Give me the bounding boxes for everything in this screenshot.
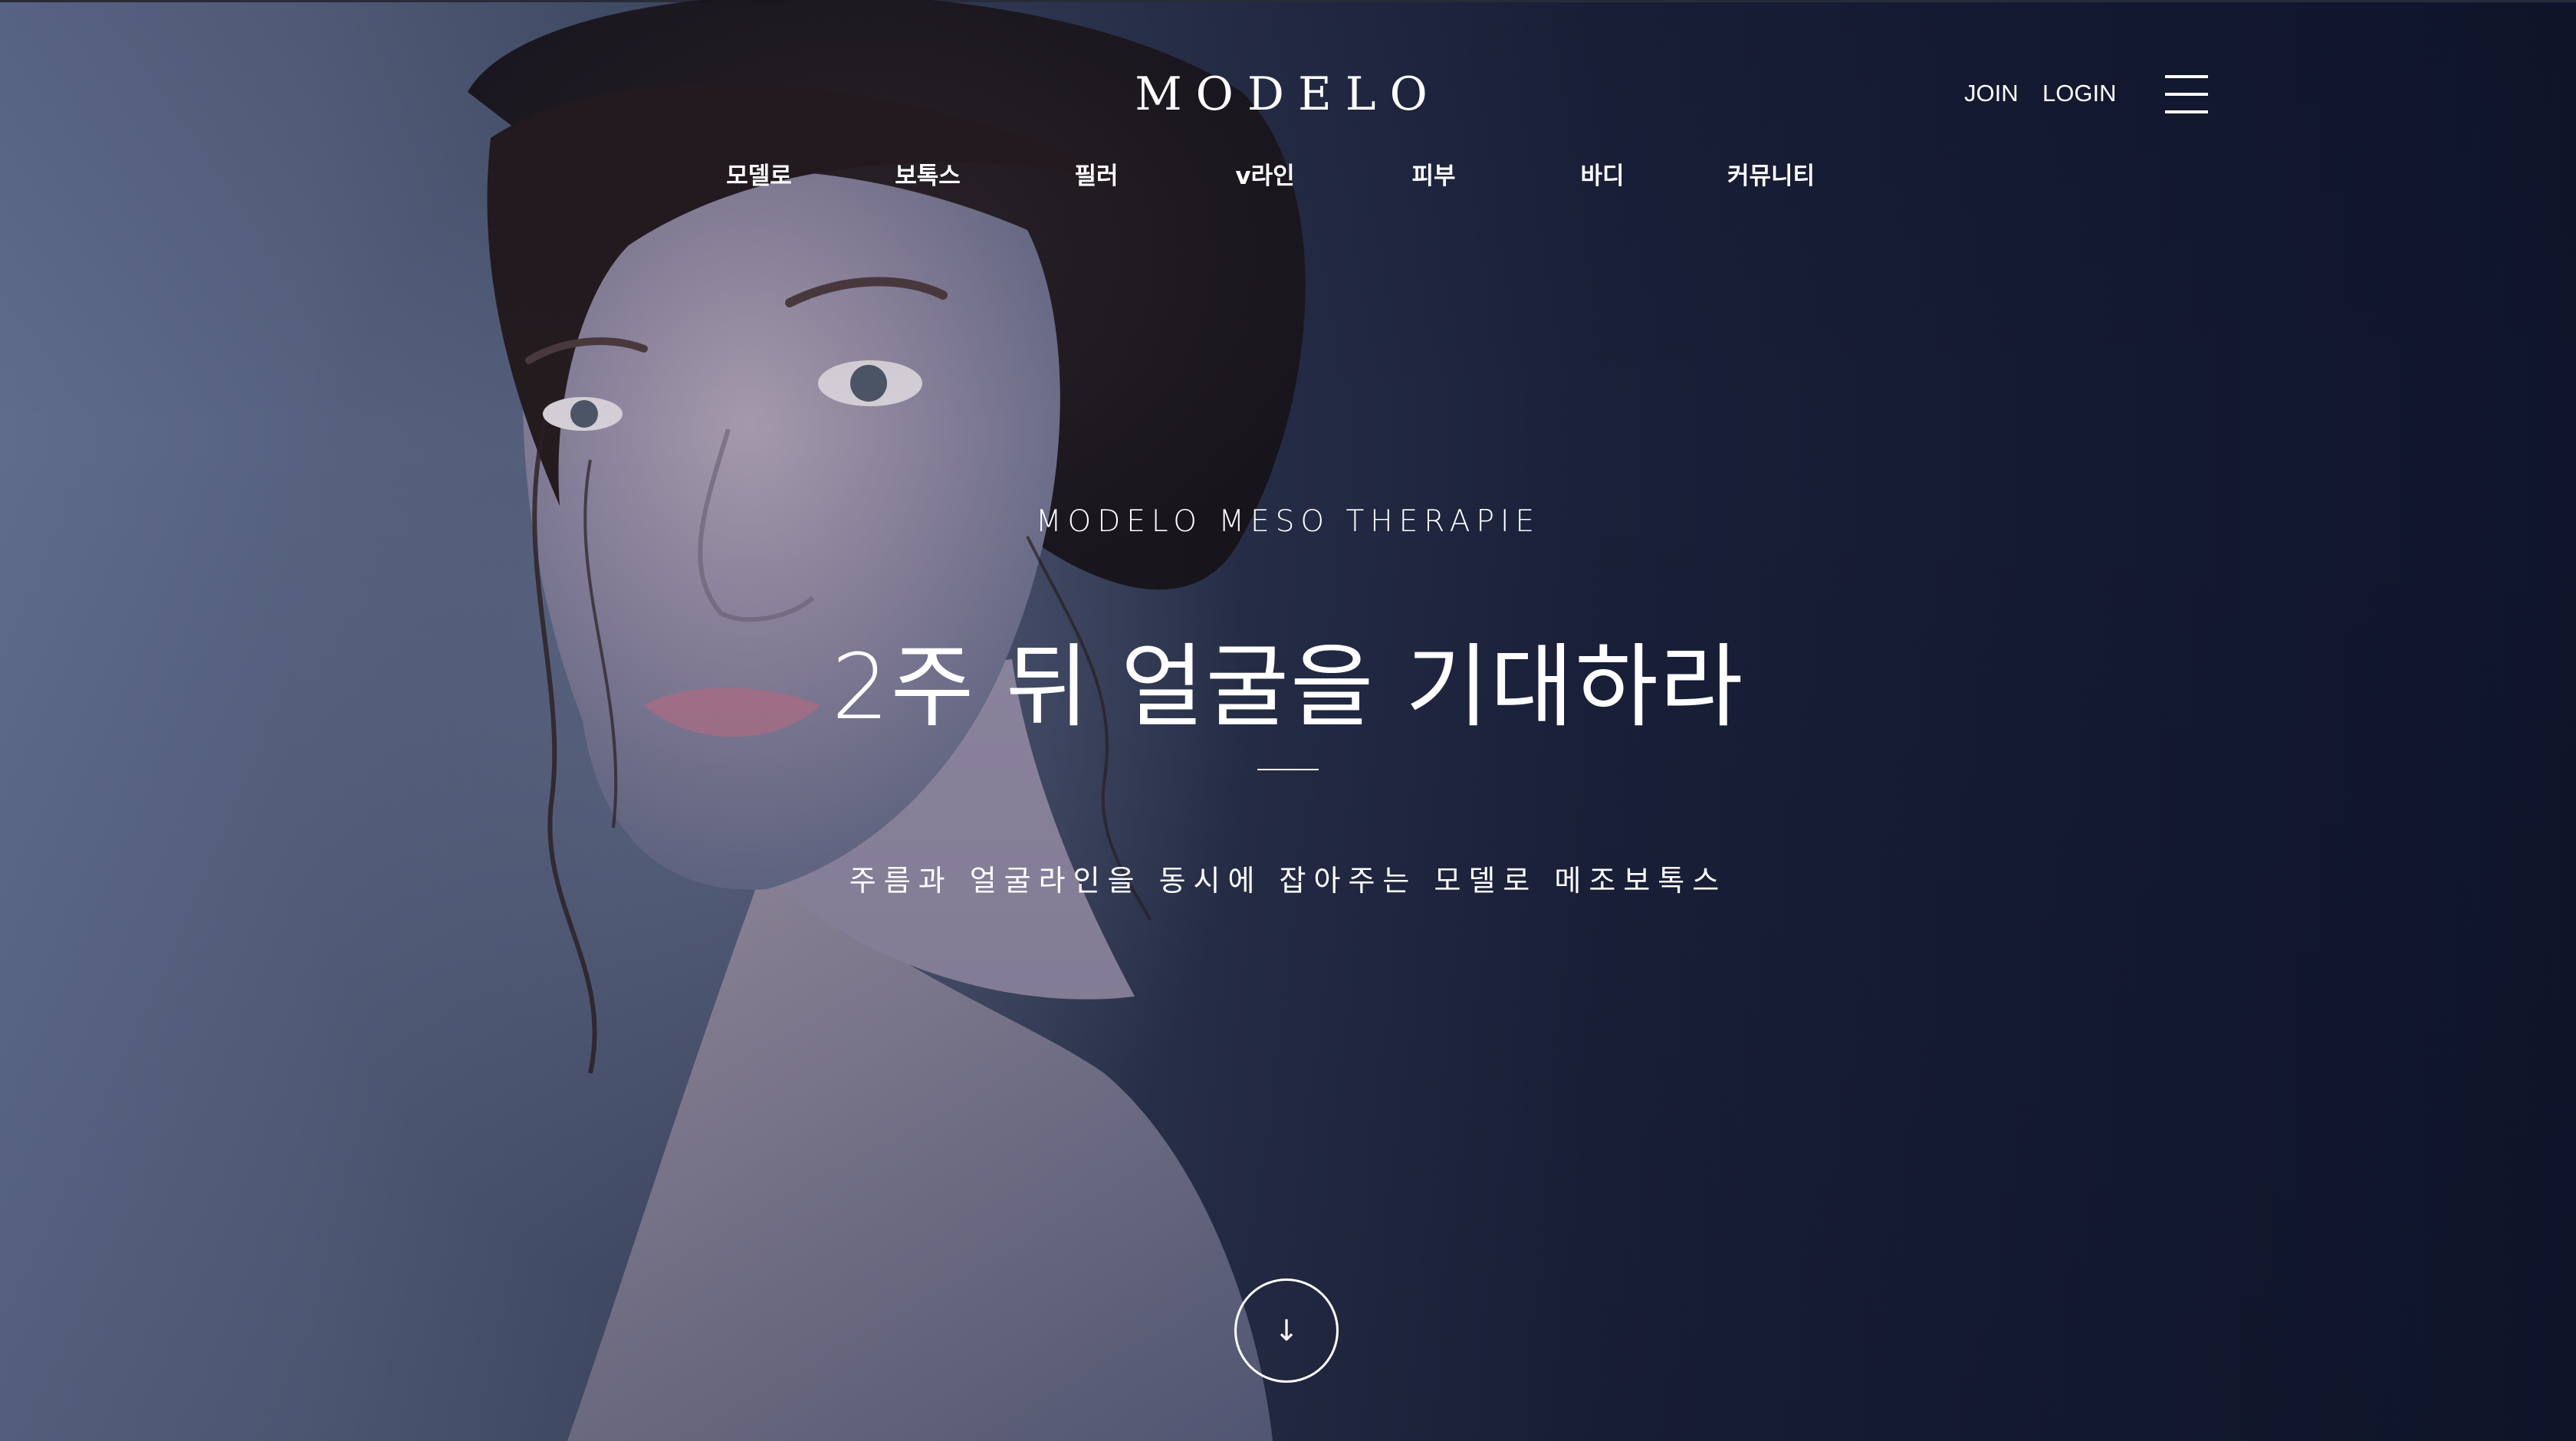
nav-item-vline[interactable]: v라인 xyxy=(1196,156,1334,191)
hero-headline: 2주 뒤 얼굴을 기대하라 xyxy=(831,634,1745,740)
nav-item-skin[interactable]: 피부 xyxy=(1365,156,1503,191)
nav-item-botox[interactable]: 보톡스 xyxy=(859,156,997,191)
menu-bar xyxy=(2165,75,2208,78)
nav-item-body[interactable]: 바디 xyxy=(1533,156,1671,191)
scroll-down-button[interactable]: ↓ xyxy=(1234,1279,1339,1383)
hamburger-menu-icon[interactable] xyxy=(2165,75,2208,115)
arrow-down-icon: ↓ xyxy=(1274,1314,1299,1347)
nav-item-modelo[interactable]: 모델로 xyxy=(690,156,828,191)
hero-divider xyxy=(1257,769,1319,770)
login-link[interactable]: LOGIN xyxy=(2042,80,2116,107)
nav-item-filler[interactable]: 필러 xyxy=(1027,156,1165,191)
menu-bar xyxy=(2165,93,2208,96)
join-link[interactable]: JOIN xyxy=(1964,80,2019,107)
hero-section: MODELO JOIN LOGIN 모델로 보톡스 필러 v라인 피부 바디 커… xyxy=(0,0,2576,1441)
hero-eyebrow: MODELO MESO THERAPIE xyxy=(1035,504,1541,539)
menu-bar xyxy=(2165,110,2208,113)
nav-item-community[interactable]: 커뮤니티 xyxy=(1702,156,1840,191)
site-logo[interactable]: MODELO xyxy=(1112,67,1464,121)
hero-subcopy: 주름과 얼굴라인을 동시에 잡아주는 모델로 메조보톡스 xyxy=(849,864,1727,898)
